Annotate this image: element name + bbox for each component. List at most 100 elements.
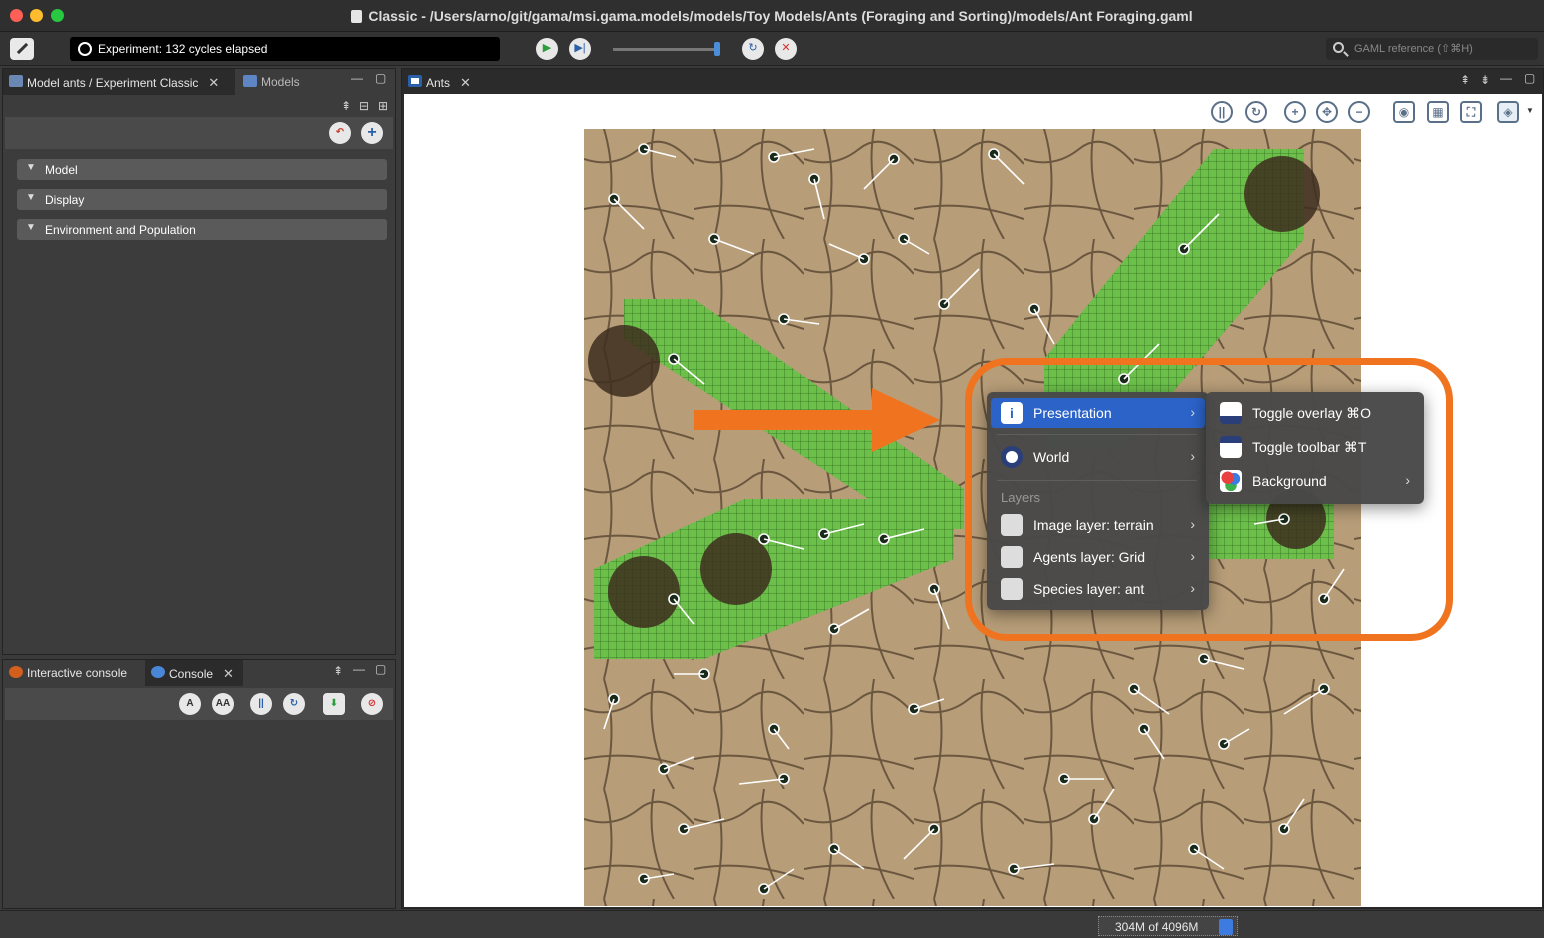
sync-icon[interactable]: ↻ bbox=[283, 693, 305, 715]
menu-item-presentation[interactable]: i Presentation › bbox=[991, 398, 1205, 428]
increase-font-icon[interactable]: A bbox=[179, 693, 201, 715]
tab-console[interactable]: Console ✕ bbox=[145, 660, 243, 686]
menu-item-background-label: Background bbox=[1252, 473, 1327, 489]
section-model-label: Model bbox=[45, 163, 78, 177]
memory-indicator[interactable]: 304M of 4096M bbox=[1098, 916, 1238, 936]
collapse-all-icon[interactable]: ⇞ bbox=[1460, 73, 1470, 87]
tab-experiment-parameters[interactable]: Model ants / Experiment Classic ✕ bbox=[3, 69, 235, 95]
section-display-label: Display bbox=[45, 193, 85, 207]
section-model[interactable]: ▼ Model bbox=[17, 159, 387, 180]
tab-models-label: Models bbox=[261, 75, 300, 89]
gaml-reference-search[interactable]: GAML reference (⇧⌘H) bbox=[1326, 38, 1538, 60]
title-bar: Classic - /Users/arno/git/gama/msi.gama.… bbox=[0, 0, 1544, 32]
expand-icon[interactable]: ⊞ bbox=[378, 99, 388, 113]
chevron-right-icon: › bbox=[1190, 580, 1195, 596]
layers-context-menu: i Presentation › World › Layers Image la… bbox=[987, 392, 1209, 610]
zoom-out-button[interactable]: − bbox=[1348, 101, 1370, 123]
collapse-icon[interactable]: ⇟ bbox=[1480, 73, 1490, 87]
add-icon[interactable]: + bbox=[361, 122, 383, 144]
menu-item-world[interactable]: World › bbox=[991, 442, 1205, 472]
zoom-fit-button[interactable]: ✥ bbox=[1316, 101, 1338, 123]
tab-console-label: Console bbox=[169, 667, 214, 681]
menu-item-species-layer[interactable]: Species layer: ant › bbox=[991, 574, 1205, 604]
sliders-icon bbox=[9, 75, 23, 87]
chevron-down-icon: ▼ bbox=[26, 162, 36, 173]
color-palette-icon bbox=[1220, 470, 1242, 492]
collapse-icon[interactable]: ⊟ bbox=[359, 99, 369, 113]
chevron-right-icon: › bbox=[1190, 404, 1195, 420]
agents-layer-icon bbox=[1001, 546, 1023, 568]
main-toolbar: Experiment: 132 cycles elapsed ▶ ▶| ↻ ✕ bbox=[0, 32, 1544, 66]
speed-slider-knob[interactable] bbox=[714, 42, 720, 56]
console-icon bbox=[9, 666, 23, 678]
parameters-panel: Model ants / Experiment Classic ✕ Models … bbox=[2, 68, 396, 655]
nest-hole bbox=[608, 556, 680, 628]
step-button[interactable]: ▶| bbox=[569, 38, 591, 60]
menu-item-world-label: World bbox=[1033, 449, 1070, 465]
edit-icon[interactable] bbox=[10, 38, 34, 60]
overlay-icon bbox=[1220, 402, 1242, 424]
tab-experiment-parameters-label: Model ants / Experiment Classic bbox=[27, 76, 199, 90]
menu-item-presentation-label: Presentation bbox=[1033, 405, 1112, 421]
minimize-icon[interactable]: — bbox=[1500, 71, 1512, 85]
close-icon[interactable]: ✕ bbox=[223, 666, 234, 681]
world-icon bbox=[1001, 446, 1023, 468]
fullscreen-button[interactable]: ⛶ bbox=[1460, 101, 1482, 123]
menu-item-agents-layer[interactable]: Agents layer: Grid › bbox=[991, 542, 1205, 572]
pause-icon[interactable]: || bbox=[250, 693, 272, 715]
decrease-font-icon[interactable]: AA bbox=[212, 693, 234, 715]
clear-icon[interactable]: ⊘ bbox=[361, 693, 383, 715]
pause-display-button[interactable]: || bbox=[1211, 101, 1233, 123]
trash-icon[interactable] bbox=[1219, 919, 1233, 935]
menu-item-agents-layer-label: Agents layer: Grid bbox=[1033, 549, 1146, 565]
menu-separator bbox=[997, 434, 1197, 435]
tab-interactive-console-label: Interactive console bbox=[27, 666, 128, 680]
folder-icon bbox=[243, 75, 257, 87]
minimize-icon[interactable]: — bbox=[353, 662, 365, 676]
display-icon bbox=[408, 75, 422, 87]
maximize-icon[interactable]: ▢ bbox=[1524, 71, 1535, 85]
minimize-icon[interactable]: — bbox=[351, 71, 363, 85]
tab-ants[interactable]: Ants ✕ bbox=[402, 69, 482, 95]
collapse-all-icon[interactable]: ⇞ bbox=[333, 664, 343, 678]
sync-display-button[interactable]: ↻ bbox=[1245, 101, 1267, 123]
tab-interactive-console[interactable]: Interactive console bbox=[3, 660, 143, 686]
overlay-button[interactable]: ▦ bbox=[1427, 101, 1449, 123]
close-icon[interactable]: ✕ bbox=[208, 75, 219, 90]
layers-header: Layers bbox=[1001, 490, 1041, 505]
toolbar-icon bbox=[1220, 436, 1242, 458]
chevron-right-icon: › bbox=[1405, 472, 1410, 488]
zoom-in-button[interactable]: + bbox=[1284, 101, 1306, 123]
window-title: Classic - /Users/arno/git/gama/msi.gama.… bbox=[0, 8, 1544, 24]
menu-item-background[interactable]: Background › bbox=[1210, 466, 1420, 496]
menu-item-image-layer-label: Image layer: terrain bbox=[1033, 517, 1154, 533]
tab-models[interactable]: Models bbox=[237, 69, 311, 95]
run-button[interactable]: ▶ bbox=[536, 38, 558, 60]
layers-menu-button[interactable]: ◈ bbox=[1497, 101, 1519, 123]
search-icon bbox=[1333, 42, 1344, 53]
arrow-icon bbox=[694, 388, 940, 452]
speed-slider-track[interactable] bbox=[613, 48, 719, 51]
nest-hole bbox=[588, 325, 660, 397]
download-icon[interactable]: ⬇ bbox=[323, 693, 345, 715]
revert-icon[interactable]: ↶ bbox=[329, 122, 351, 144]
close-icon[interactable]: ✕ bbox=[460, 75, 471, 90]
maximize-icon[interactable]: ▢ bbox=[375, 71, 386, 85]
dropdown-arrow-icon[interactable]: ▼ bbox=[1526, 106, 1534, 115]
menu-item-image-layer[interactable]: Image layer: terrain › bbox=[991, 510, 1205, 540]
stop-button[interactable]: ✕ bbox=[775, 38, 797, 60]
collapse-all-icon[interactable]: ⇞ bbox=[341, 99, 351, 113]
section-display[interactable]: ▼ Display bbox=[17, 189, 387, 210]
section-environment[interactable]: ▼ Environment and Population bbox=[17, 219, 387, 240]
menu-item-toggle-toolbar-label: Toggle toolbar ⌘T bbox=[1252, 439, 1367, 455]
reload-button[interactable]: ↻ bbox=[742, 38, 764, 60]
snapshot-button[interactable]: ◉ bbox=[1393, 101, 1415, 123]
chevron-right-icon: › bbox=[1190, 448, 1195, 464]
menu-item-toggle-toolbar[interactable]: Toggle toolbar ⌘T bbox=[1210, 432, 1420, 462]
menu-item-toggle-overlay[interactable]: Toggle overlay ⌘O bbox=[1210, 398, 1420, 428]
status-bar: 304M of 4096M bbox=[0, 910, 1544, 938]
maximize-icon[interactable]: ▢ bbox=[375, 662, 386, 676]
experiment-status-text: Experiment: 132 cycles elapsed bbox=[98, 42, 268, 56]
info-icon: i bbox=[1001, 402, 1023, 424]
memory-text: 304M of 4096M bbox=[1115, 920, 1199, 934]
